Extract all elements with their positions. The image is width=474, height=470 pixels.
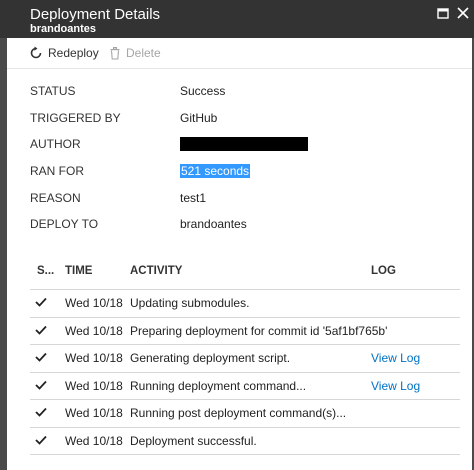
table-row[interactable]: Wed 10/18 Running post deployment comman… bbox=[30, 400, 460, 428]
row-time: Wed 10/18 bbox=[65, 323, 123, 338]
checkmark-icon bbox=[35, 380, 47, 390]
checkmark-icon bbox=[35, 435, 47, 445]
ran-for-value: 521 seconds bbox=[180, 164, 251, 179]
title-bar: Deployment Details brandoantes bbox=[0, 0, 474, 38]
close-button[interactable] bbox=[456, 6, 472, 22]
status-label: STATUS bbox=[30, 84, 76, 98]
property-row-status: STATUS Success bbox=[30, 80, 460, 107]
command-toolbar: Redeploy Delete bbox=[7, 38, 472, 69]
checkmark-icon bbox=[35, 297, 47, 307]
maximize-button[interactable] bbox=[436, 6, 452, 22]
deploy-to-label: DEPLOY TO bbox=[30, 217, 99, 232]
row-time: Wed 10/18 bbox=[65, 351, 123, 365]
row-time: Wed 10/18 bbox=[65, 378, 123, 393]
redeploy-label: Redeploy bbox=[48, 46, 99, 60]
view-log-link[interactable]: View Log bbox=[371, 351, 420, 365]
property-row-deploy-to: DEPLOY TO brandoantes bbox=[30, 213, 460, 240]
delete-button[interactable]: Delete bbox=[109, 44, 161, 62]
table-row[interactable]: Wed 10/18 Updating submodules. bbox=[30, 290, 460, 318]
left-window-edge bbox=[0, 0, 7, 470]
table-row[interactable]: Wed 10/18 Deployment successful. bbox=[30, 428, 460, 455]
row-activity: Running post deployment command(s)... bbox=[130, 406, 347, 420]
ran-for-label: RAN FOR bbox=[30, 164, 84, 179]
checkmark-icon bbox=[35, 352, 47, 362]
row-activity: Updating submodules. bbox=[130, 296, 250, 310]
activity-column-header[interactable]: ACTIVITY bbox=[130, 265, 182, 277]
table-row[interactable]: Wed 10/18 Generating deployment script. … bbox=[30, 345, 460, 373]
status-value: Success bbox=[180, 84, 226, 98]
row-time: Wed 10/18 bbox=[65, 433, 123, 448]
table-row[interactable]: Wed 10/18 Preparing deployment for commi… bbox=[30, 318, 460, 345]
row-activity: Preparing deployment for commit id '5af1… bbox=[130, 323, 388, 338]
ran-for-selected-text: 521 seconds bbox=[180, 164, 251, 179]
row-time: Wed 10/18 bbox=[65, 296, 123, 310]
author-value-redacted bbox=[180, 137, 308, 152]
status-column-header[interactable]: S... bbox=[37, 265, 54, 277]
row-activity: Running deployment command... bbox=[130, 378, 307, 393]
redeploy-icon bbox=[30, 46, 42, 59]
time-column-header[interactable]: TIME bbox=[65, 265, 92, 277]
close-icon bbox=[457, 7, 469, 19]
property-row-reason: REASON test1 bbox=[30, 187, 460, 214]
triggered-by-label: TRIGGERED BY bbox=[30, 110, 121, 125]
row-activity: Deployment successful. bbox=[130, 433, 257, 448]
view-log-link[interactable]: View Log bbox=[371, 379, 420, 393]
author-label: AUTHOR bbox=[30, 137, 81, 152]
deployment-properties: STATUS Success TRIGGERED BY GitHub AUTHO… bbox=[30, 80, 460, 240]
trash-icon bbox=[110, 46, 120, 60]
deploy-to-value: brandoantes bbox=[180, 217, 247, 232]
property-row-ran-for: RAN FOR 521 seconds bbox=[30, 160, 460, 187]
activity-log-table: S... TIME ACTIVITY LOG Wed 10/18 Updatin… bbox=[30, 259, 460, 455]
reason-label: REASON bbox=[30, 190, 81, 205]
maximize-icon bbox=[437, 8, 449, 19]
checkmark-icon bbox=[35, 407, 47, 417]
property-row-author: AUTHOR bbox=[30, 133, 460, 160]
log-column-header[interactable]: LOG bbox=[371, 265, 396, 277]
redeploy-button[interactable]: Redeploy bbox=[29, 44, 99, 62]
delete-label: Delete bbox=[126, 46, 161, 60]
reason-value: test1 bbox=[180, 190, 207, 205]
row-time: Wed 10/18 bbox=[65, 406, 123, 420]
deployment-details-blade: Deployment Details brandoantes Redeploy bbox=[0, 0, 474, 470]
blade-title: Deployment Details bbox=[30, 6, 161, 23]
table-row[interactable]: Wed 10/18 Running deployment command... … bbox=[30, 373, 460, 400]
row-activity: Generating deployment script. bbox=[130, 351, 291, 365]
table-header: S... TIME ACTIVITY LOG bbox=[30, 259, 460, 290]
blade-subtitle: brandoantes bbox=[30, 23, 97, 35]
triggered-by-value: GitHub bbox=[180, 110, 218, 125]
checkmark-icon bbox=[35, 325, 47, 335]
property-row-triggered-by: TRIGGERED BY GitHub bbox=[30, 107, 460, 134]
